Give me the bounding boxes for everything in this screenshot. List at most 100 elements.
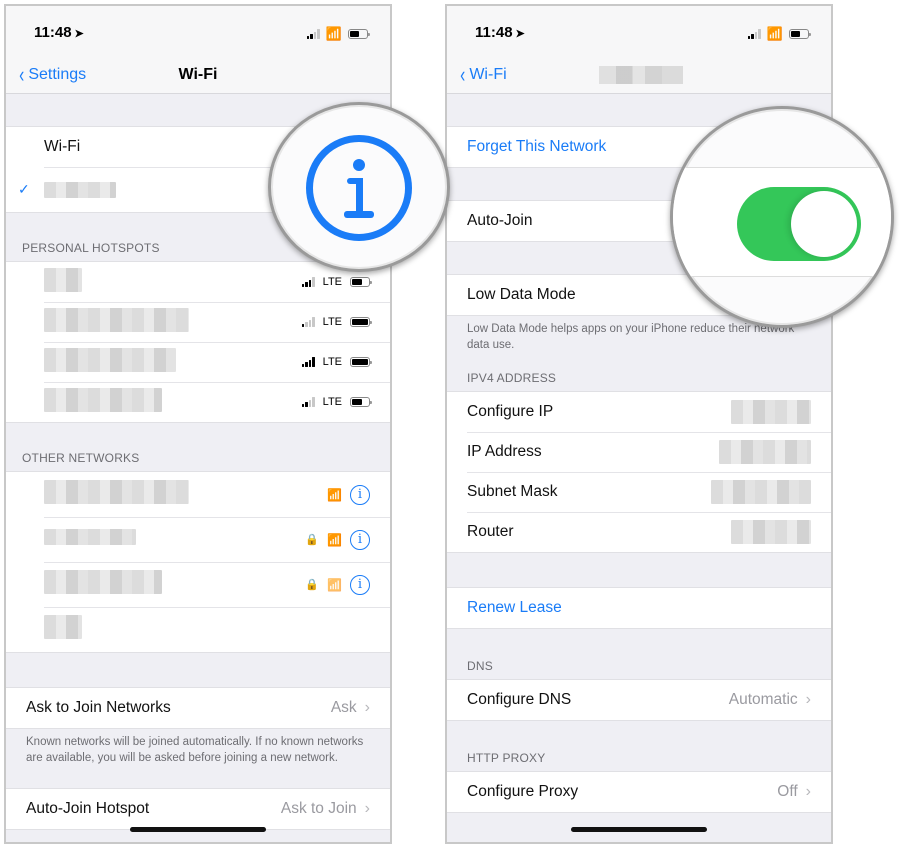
info-icon[interactable]: i xyxy=(350,484,370,505)
network-item[interactable]: 🔒 📶 i xyxy=(6,517,390,562)
chevron-right-icon: › xyxy=(364,699,370,716)
network-item[interactable] xyxy=(6,607,390,652)
redacted-network-name xyxy=(44,529,136,545)
http-proxy-header: HTTP PROXY xyxy=(467,751,546,766)
network-item[interactable]: 📶 i xyxy=(6,472,390,517)
router-label: Router xyxy=(467,523,514,541)
subnet-mask-row: Subnet Mask xyxy=(447,472,831,512)
checkmark-icon: ✓ xyxy=(18,181,30,197)
hotspot-item[interactable]: LTE xyxy=(6,382,390,422)
status-time: 11:48 xyxy=(475,24,513,41)
battery-icon xyxy=(350,317,372,327)
configure-dns-label: Configure DNS xyxy=(467,691,572,709)
navigation-bar: ‹ Settings Wi-Fi xyxy=(6,56,390,94)
toggle-knob xyxy=(791,191,857,257)
configure-dns-value: Automatic xyxy=(728,691,798,709)
redacted-network-name xyxy=(44,181,116,198)
other-networks-list: 📶 i 🔒 📶 i 🔒 📶 i xyxy=(6,471,390,653)
other-networks-header: OTHER NETWORKS xyxy=(22,451,140,465)
ask-to-join-row[interactable]: Ask to Join Networks Ask › xyxy=(6,688,390,728)
info-icon[interactable]: i xyxy=(350,529,370,550)
network-type: LTE xyxy=(322,356,342,368)
lock-icon: 🔒 xyxy=(305,579,320,591)
wifi-icon: 📶 xyxy=(325,26,342,41)
battery-icon xyxy=(350,397,372,407)
info-icon[interactable] xyxy=(306,135,412,241)
redacted-network-name xyxy=(44,480,189,504)
configure-proxy-value: Off xyxy=(777,783,798,801)
cellular-signal-icon xyxy=(301,317,315,327)
home-indicator[interactable] xyxy=(130,827,266,832)
battery-icon xyxy=(348,29,370,39)
chevron-right-icon: › xyxy=(805,783,811,801)
battery-icon xyxy=(350,357,372,367)
ip-address-row: IP Address xyxy=(447,432,831,472)
redacted-value xyxy=(719,440,811,465)
configure-proxy-label: Configure Proxy xyxy=(467,783,579,801)
cellular-signal-icon xyxy=(301,397,315,407)
ipv4-header: IPV4 ADDRESS xyxy=(467,371,557,386)
back-button-label: Wi-Fi xyxy=(469,66,507,83)
cellular-signal-icon xyxy=(747,29,761,39)
info-icon[interactable]: i xyxy=(350,574,370,595)
hotspot-item[interactable]: LTE xyxy=(6,342,390,382)
page-title: Wi-Fi xyxy=(178,66,218,83)
wifi-icon: 📶 xyxy=(327,487,342,502)
ask-to-join-value: Ask xyxy=(330,699,357,716)
ipv4-list: Configure IP IP Address Subnet Mask Rout… xyxy=(447,391,831,554)
redacted-value xyxy=(711,480,811,505)
redacted-network-name xyxy=(44,615,82,639)
toggle-magnifier-callout xyxy=(670,106,894,328)
auto-join-hotspot-row[interactable]: Auto-Join Hotspot Ask to Join › xyxy=(6,789,390,829)
battery-icon xyxy=(350,277,372,287)
chevron-right-icon: › xyxy=(364,800,370,818)
status-bar: 11:48 ➤ 📶 xyxy=(6,6,390,56)
status-time: 11:48 xyxy=(34,24,72,41)
info-magnifier-callout xyxy=(268,102,450,272)
ip-address-label: IP Address xyxy=(467,443,542,461)
wifi-weak-icon: 📶 xyxy=(327,577,342,592)
status-bar: 11:48 ➤ 📶 xyxy=(447,6,831,56)
chevron-left-icon: ‹ xyxy=(460,62,466,87)
personal-hotspots-list: LTE LTE LTE LTE xyxy=(6,261,390,423)
redacted-hotspot-name xyxy=(44,267,82,292)
redacted-network-name xyxy=(44,570,162,594)
renew-lease-button[interactable]: Renew Lease xyxy=(447,588,831,628)
battery-icon xyxy=(789,29,811,39)
configure-ip-row[interactable]: Configure IP xyxy=(447,392,831,432)
router-row: Router xyxy=(447,512,831,552)
navigation-bar: ‹ Wi-Fi xyxy=(447,56,831,94)
home-indicator[interactable] xyxy=(571,827,707,832)
redacted-hotspot-name xyxy=(44,387,162,412)
network-type: LTE xyxy=(322,316,342,328)
configure-ip-label: Configure IP xyxy=(467,403,554,421)
cellular-signal-icon xyxy=(301,277,315,287)
cellular-signal-icon xyxy=(301,357,315,367)
network-type: LTE xyxy=(322,276,342,288)
dns-header: DNS xyxy=(467,659,493,674)
auto-join-hotspot-label: Auto-Join Hotspot xyxy=(26,800,150,818)
auto-join-hotspot-value: Ask to Join xyxy=(280,800,357,818)
redacted-page-title xyxy=(599,66,683,84)
lock-icon: 🔒 xyxy=(305,534,320,546)
chevron-right-icon: › xyxy=(805,691,811,709)
subnet-mask-label: Subnet Mask xyxy=(467,483,558,501)
redacted-hotspot-name xyxy=(44,307,189,332)
network-item[interactable]: 🔒 📶 i xyxy=(6,562,390,607)
configure-dns-row[interactable]: Configure DNS Automatic › xyxy=(447,680,831,720)
back-button[interactable]: ‹ Wi-Fi xyxy=(459,64,507,86)
hotspot-item[interactable]: LTE xyxy=(6,302,390,342)
location-arrow-icon: ➤ xyxy=(74,28,84,40)
auto-join-toggle[interactable] xyxy=(737,187,861,261)
wifi-icon: 📶 xyxy=(327,532,342,547)
redacted-value xyxy=(731,520,811,545)
renew-lease-label: Renew Lease xyxy=(467,599,562,617)
redacted-value xyxy=(731,400,811,425)
configure-proxy-row[interactable]: Configure Proxy Off › xyxy=(447,772,831,812)
ask-to-join-label: Ask to Join Networks xyxy=(26,699,171,716)
redacted-hotspot-name xyxy=(44,347,176,372)
cellular-signal-icon xyxy=(306,29,320,39)
ask-to-join-footer: Known networks will be joined automatica… xyxy=(26,736,364,764)
network-type: LTE xyxy=(322,396,342,408)
wifi-icon: 📶 xyxy=(766,26,783,41)
